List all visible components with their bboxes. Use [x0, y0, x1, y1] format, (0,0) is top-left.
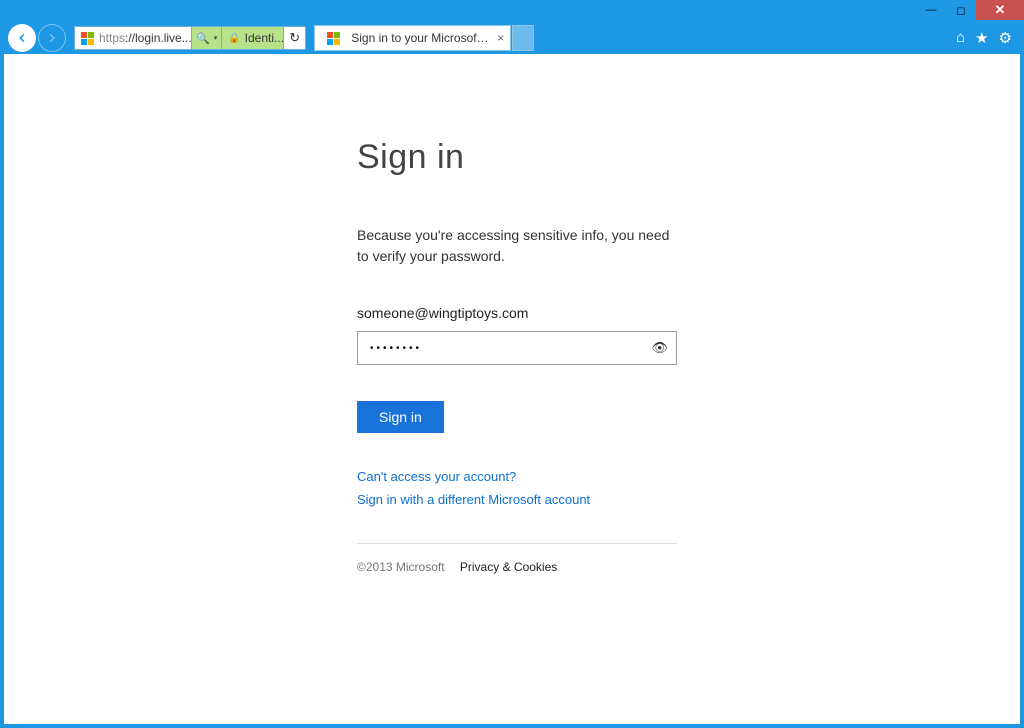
favorites-icon[interactable]: ★	[975, 29, 988, 47]
arrow-right-icon	[45, 31, 59, 45]
page-heading: Sign in	[357, 138, 677, 177]
privacy-cookies-link[interactable]: Privacy & Cookies	[460, 560, 557, 574]
microsoft-favicon-icon	[326, 31, 340, 45]
address-bar[interactable]: https://login.live.... 🔍 ▾ 🔒 Identi... ↻	[74, 26, 306, 50]
microsoft-favicon-icon	[80, 31, 94, 45]
password-mask: ••••••••	[370, 343, 422, 354]
address-search-segment[interactable]: 🔍 ▾	[192, 26, 222, 50]
window-controls: — ◻ ✕	[916, 0, 1024, 20]
cant-access-link[interactable]: Can't access your account?	[357, 469, 677, 484]
settings-icon[interactable]: ⚙	[999, 29, 1012, 47]
window-maximize-button[interactable]: ◻	[946, 0, 976, 20]
nav-forward-button[interactable]	[38, 24, 66, 52]
dropdown-icon: ▾	[214, 34, 218, 42]
reveal-password-icon[interactable]: 👁	[651, 340, 668, 356]
tab-close-button[interactable]: ×	[497, 31, 504, 45]
address-identity-segment[interactable]: 🔒 Identi...	[222, 26, 284, 50]
password-input[interactable]: •••••••• 👁	[357, 331, 677, 365]
toolbar-right-icons: ⌂ ★ ⚙	[956, 29, 1016, 47]
browser-toolbar: https://login.live.... 🔍 ▾ 🔒 Identi... ↻…	[0, 22, 1024, 54]
refresh-button[interactable]: ↻	[284, 26, 306, 50]
nav-back-button[interactable]	[8, 24, 36, 52]
window-close-button[interactable]: ✕	[976, 0, 1024, 20]
new-tab-button[interactable]	[512, 25, 534, 51]
page-footer: ©2013 Microsoft Privacy & Cookies	[357, 543, 677, 574]
window-minimize-button[interactable]: —	[916, 0, 946, 20]
account-email: someone@wingtiptoys.com	[357, 305, 677, 321]
page-viewport: Sign in Because you're accessing sensiti…	[4, 54, 1020, 724]
address-url-text: https://login.live....	[99, 31, 191, 45]
home-icon[interactable]: ⌂	[956, 29, 965, 47]
signin-button[interactable]: Sign in	[357, 401, 444, 433]
browser-tab[interactable]: Sign in to your Microsoft ac... ×	[314, 25, 511, 51]
verify-explanation: Because you're accessing sensitive info,…	[357, 225, 677, 267]
identity-label: Identi...	[245, 31, 284, 45]
copyright-text: ©2013 Microsoft	[357, 560, 445, 574]
refresh-icon: ↻	[289, 30, 300, 46]
lock-icon: 🔒	[228, 33, 240, 44]
search-icon: 🔍	[196, 32, 210, 45]
address-url-segment[interactable]: https://login.live....	[74, 26, 192, 50]
tab-title: Sign in to your Microsoft ac...	[351, 31, 491, 45]
arrow-left-icon	[15, 31, 29, 45]
different-account-link[interactable]: Sign in with a different Microsoft accou…	[357, 492, 677, 507]
signin-form: Sign in Because you're accessing sensiti…	[357, 138, 677, 574]
window-titlebar: — ◻ ✕	[0, 0, 1024, 22]
